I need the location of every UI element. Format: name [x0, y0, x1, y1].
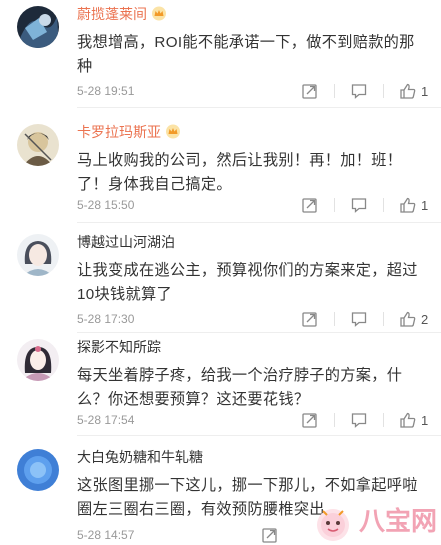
- repost-icon[interactable]: [301, 411, 319, 429]
- divider: [383, 413, 384, 427]
- comment-item: 蔚揽蓬莱间 我想增高，ROI能不能承诺一下，做不到赔款的那种 5-28 19:5…: [0, 0, 441, 108]
- comment-time: 5-28 19:51: [77, 84, 135, 98]
- comment-item: 卡罗拉玛斯亚 马上收购我的公司，然后让我别！再！加！班！了！身体我自己搞定。 5…: [0, 118, 441, 226]
- avatar[interactable]: [17, 234, 59, 276]
- comment-time: 5-28 17:54: [77, 413, 135, 427]
- repost-icon[interactable]: [301, 82, 319, 100]
- divider: [334, 413, 335, 427]
- thumbs-up-icon[interactable]: [399, 82, 417, 100]
- comment-actions: 1: [301, 410, 429, 430]
- avatar[interactable]: [17, 449, 59, 491]
- like-count: 2: [421, 311, 429, 327]
- comment-username[interactable]: 蔚揽蓬莱间: [77, 4, 167, 24]
- divider: [77, 107, 441, 108]
- comment-username[interactable]: 博越过山河湖泊: [77, 232, 175, 252]
- comment-actions: [261, 525, 291, 545]
- divider: [383, 84, 384, 98]
- avatar[interactable]: [17, 6, 59, 48]
- divider: [383, 198, 384, 212]
- divider: [383, 312, 384, 326]
- repost-icon[interactable]: [301, 310, 319, 328]
- watermark-logo: 八宝网: [309, 499, 437, 543]
- comment-icon[interactable]: [350, 310, 368, 328]
- like-count: 1: [421, 83, 429, 99]
- comment-time: 5-28 17:30: [77, 312, 135, 326]
- thumbs-up-icon[interactable]: [399, 310, 417, 328]
- username-text[interactable]: 博越过山河湖泊: [77, 234, 175, 250]
- comment-text: 让我变成在逃公主，预算视你们的方案来定，超过10块钱就算了: [77, 262, 418, 303]
- thumbs-up-icon[interactable]: [399, 196, 417, 214]
- username-text[interactable]: 探影不知所踪: [77, 339, 161, 355]
- divider: [334, 84, 335, 98]
- comment-text: 每天坐着脖子疼，给我一个治疗脖子的方案，什么？你还想要预算？这还要花钱？: [77, 367, 403, 408]
- comment-actions: 1: [301, 81, 429, 101]
- repost-icon[interactable]: [301, 196, 319, 214]
- like-count: 1: [421, 412, 429, 428]
- comment-actions: 2: [301, 309, 429, 329]
- divider: [334, 312, 335, 326]
- comment-icon[interactable]: [350, 82, 368, 100]
- divider: [334, 198, 335, 212]
- comment-username[interactable]: 卡罗拉玛斯亚: [77, 122, 181, 142]
- comment-text: 马上收购我的公司，然后让我别！再！加！班！了！身体我自己搞定。: [77, 152, 403, 193]
- comment-item: 博越过山河湖泊 让我变成在逃公主，预算视你们的方案来定，超过10块钱就算了 5-…: [0, 228, 441, 333]
- username-text[interactable]: 卡罗拉玛斯亚: [77, 124, 161, 140]
- username-text[interactable]: 蔚揽蓬莱间: [77, 6, 147, 22]
- comment-username[interactable]: 大白兔奶糖和牛轧糖: [77, 447, 203, 467]
- comment-actions: 1: [301, 195, 429, 215]
- comment-username[interactable]: 探影不知所踪: [77, 337, 161, 357]
- comment-icon[interactable]: [350, 411, 368, 429]
- avatar[interactable]: [17, 339, 59, 381]
- divider: [77, 222, 441, 223]
- avatar[interactable]: [17, 124, 59, 166]
- comment-item: 探影不知所踪 每天坐着脖子疼，给我一个治疗脖子的方案，什么？你还想要预算？这还要…: [0, 333, 441, 437]
- comment-text: 我想增高，ROI能不能承诺一下，做不到赔款的那种: [77, 34, 415, 75]
- crown-icon: [166, 124, 180, 139]
- repost-icon[interactable]: [261, 526, 279, 544]
- comment-icon[interactable]: [350, 196, 368, 214]
- watermark-text: 八宝网: [359, 507, 438, 537]
- thumbs-up-icon[interactable]: [399, 411, 417, 429]
- crown-icon: [152, 6, 166, 21]
- divider: [77, 435, 441, 436]
- comment-time: 5-28 15:50: [77, 198, 135, 212]
- comment-time: 5-28 14:57: [77, 528, 135, 542]
- like-count: 1: [421, 197, 429, 213]
- username-text[interactable]: 大白兔奶糖和牛轧糖: [77, 449, 203, 465]
